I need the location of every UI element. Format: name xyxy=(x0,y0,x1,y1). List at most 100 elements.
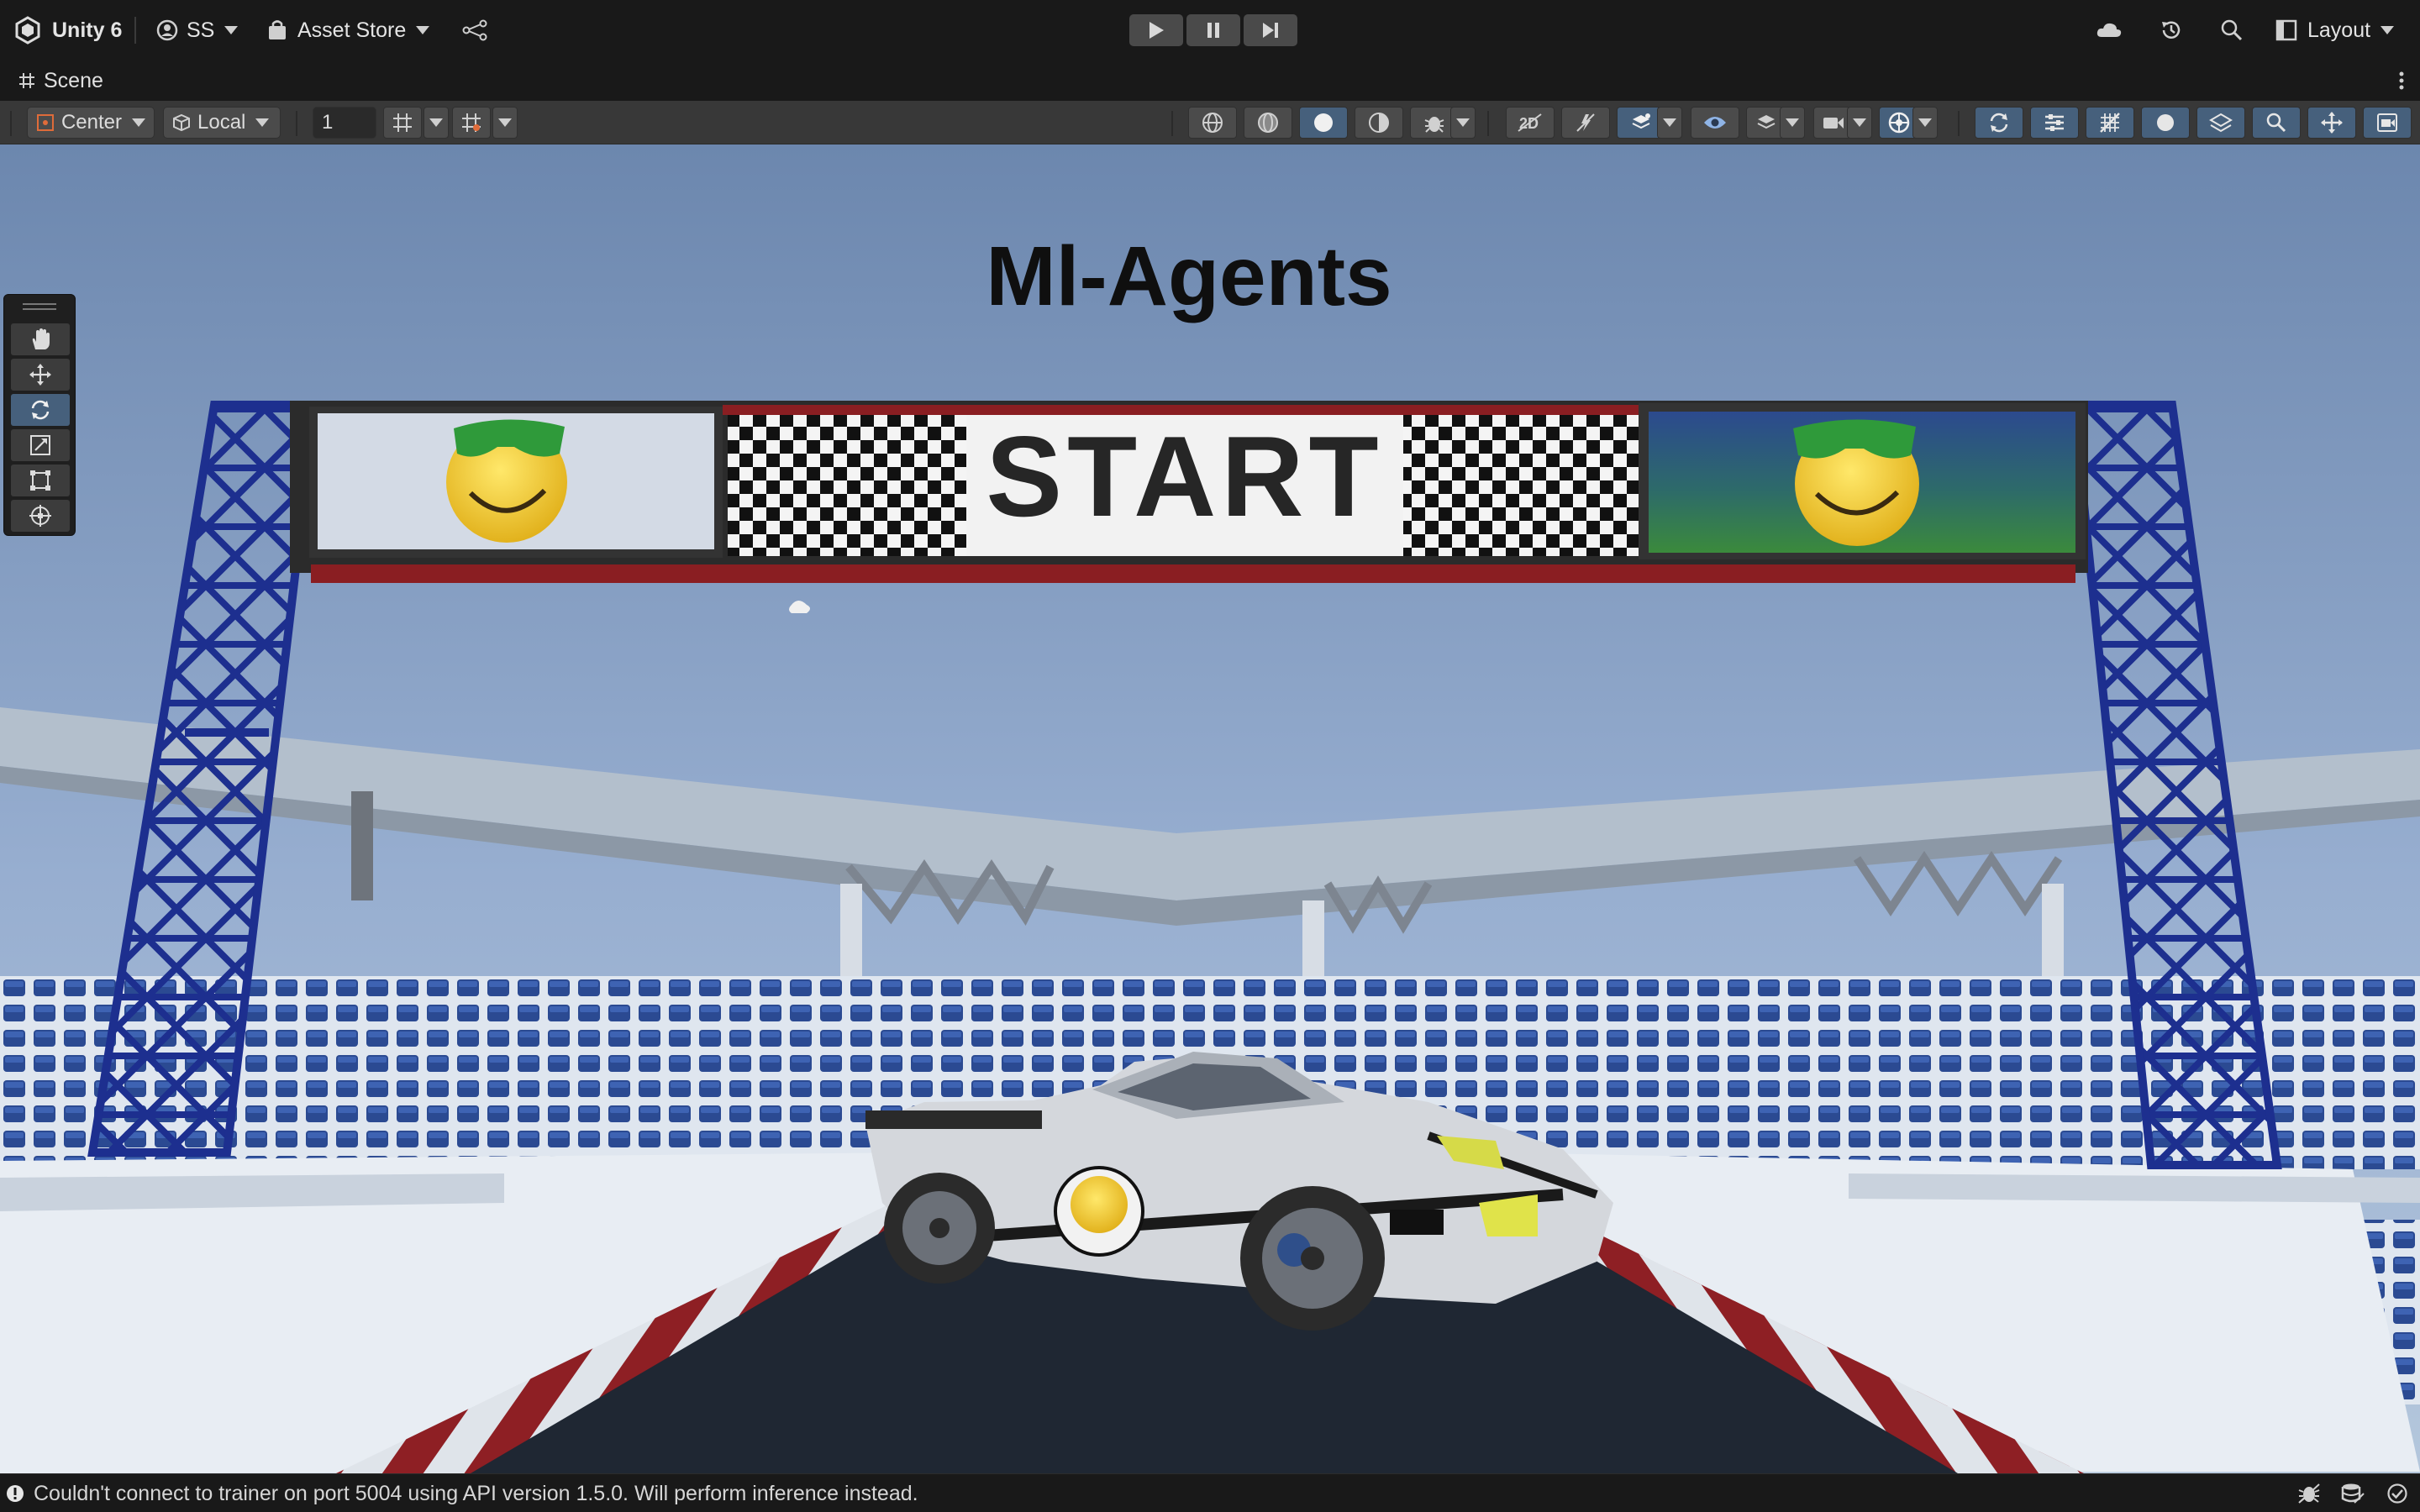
cloud-button[interactable] xyxy=(2096,0,2123,60)
gizmos-dropdown[interactable] xyxy=(1912,107,1938,139)
more-options-button[interactable] xyxy=(2398,71,2405,95)
scale-tool-icon xyxy=(30,435,50,455)
search-icon xyxy=(2266,113,2286,133)
grid-visibility-button[interactable] xyxy=(2086,107,2134,139)
store-bag-icon xyxy=(269,20,286,39)
overlay-rotate-button[interactable] xyxy=(1975,107,2023,139)
chevron-down-icon xyxy=(132,118,145,127)
grid-increment-field[interactable]: 1 xyxy=(313,107,376,139)
chevron-down-icon xyxy=(224,26,239,34)
pivot-rotation-label: Local xyxy=(197,111,246,134)
rotate-tool-button[interactable] xyxy=(11,394,70,426)
search-button[interactable] xyxy=(2220,0,2244,60)
history-icon xyxy=(2162,21,2181,39)
scene-search-button[interactable] xyxy=(2252,107,2301,139)
chevron-down-icon xyxy=(498,118,512,127)
lighting-toggle-button[interactable] xyxy=(1561,107,1610,139)
move-tool-button[interactable] xyxy=(11,359,70,391)
grid-snap-button[interactable] xyxy=(383,107,422,139)
draw-mode-dropdown[interactable] xyxy=(1450,107,1476,139)
wireframe-shading-button[interactable] xyxy=(1188,107,1237,139)
shaded-button[interactable] xyxy=(1299,107,1348,139)
overlay-settings-button[interactable] xyxy=(2030,107,2079,139)
play-icon xyxy=(1150,22,1164,39)
scene-title-text: Ml-Agents xyxy=(986,229,1392,323)
pivot-rotation-dropdown[interactable]: Local xyxy=(163,107,281,139)
scene-tab-bar: Scene xyxy=(0,60,2420,101)
increment-snap-icon xyxy=(462,113,481,132)
move-tool-icon xyxy=(29,364,51,386)
step-button[interactable] xyxy=(1244,14,1297,46)
layers-icon xyxy=(1757,115,1776,129)
navmesh-button[interactable] xyxy=(2196,107,2245,139)
more-vertical-icon xyxy=(2399,71,2404,90)
scene-toolbar: Center Local 1 2D xyxy=(0,101,2420,144)
effects-dropdown[interactable] xyxy=(1657,107,1682,139)
asset-store-dropdown[interactable]: Asset Store xyxy=(267,0,430,60)
camera-preview-button[interactable] xyxy=(2363,107,2412,139)
camera-dropdown[interactable] xyxy=(1847,107,1872,139)
skybox-button[interactable] xyxy=(2141,107,2190,139)
main-toolbar: Unity 6 SS Asset Store Layout xyxy=(0,0,2420,60)
increment-snap-button[interactable] xyxy=(452,107,491,139)
sphere-solid-icon xyxy=(2157,114,2174,131)
hand-tool-button[interactable] xyxy=(11,323,70,355)
grid-snap-dropdown[interactable] xyxy=(424,107,449,139)
gizmos-globe-icon xyxy=(1888,112,1910,134)
smiley-logo-left xyxy=(446,419,567,543)
chevron-down-icon xyxy=(1663,118,1676,127)
shaded-sphere-icon xyxy=(1314,113,1333,132)
version-control-button[interactable] xyxy=(462,0,487,60)
toolbar-divider xyxy=(296,111,297,136)
layers-dropdown[interactable] xyxy=(1780,107,1805,139)
unlit-button[interactable] xyxy=(1355,107,1403,139)
camera-icon xyxy=(1823,118,1844,129)
layout-dropdown[interactable]: Layout xyxy=(2275,0,2395,60)
transform-tool-button[interactable] xyxy=(11,500,70,532)
increment-snap-dropdown[interactable] xyxy=(492,107,518,139)
wireframe-sphere-icon xyxy=(1202,113,1223,133)
overlay-grip[interactable] xyxy=(23,303,56,305)
move-arrows-icon xyxy=(2321,112,2343,134)
history-button[interactable] xyxy=(2160,0,2183,60)
bug-icon xyxy=(1424,117,1444,133)
pause-button[interactable] xyxy=(1186,14,1240,46)
progress-check-icon[interactable] xyxy=(2386,1483,2408,1504)
account-dropdown[interactable]: SS xyxy=(156,0,239,60)
scene-viewport[interactable]: Ml-Agents START xyxy=(0,144,2420,1473)
info-icon xyxy=(7,1485,24,1502)
chevron-down-icon xyxy=(416,26,430,34)
chevron-down-icon xyxy=(1456,118,1470,127)
chevron-down-icon xyxy=(2381,26,2395,34)
scene-visibility-button[interactable] xyxy=(1691,107,1739,139)
rect-tool-button[interactable] xyxy=(11,465,70,496)
scene-grid-icon xyxy=(19,73,34,88)
navmesh-icon xyxy=(2209,113,2233,133)
unity-menu-button[interactable]: Unity 6 xyxy=(13,0,122,60)
start-banner-text: START xyxy=(986,412,1384,540)
layers-effects-icon xyxy=(1632,113,1650,129)
light-off-icon xyxy=(1576,113,1595,132)
pivot-mode-dropdown[interactable]: Center xyxy=(27,107,155,139)
console-status-message[interactable]: Couldn't connect to trainer on port 5004… xyxy=(34,1474,918,1512)
scale-tool-button[interactable] xyxy=(11,429,70,461)
cache-server-icon[interactable] xyxy=(2341,1483,2365,1504)
tab-scene-label: Scene xyxy=(44,68,103,92)
asset-store-label: Asset Store xyxy=(297,18,407,42)
transform-handles-button[interactable] xyxy=(2307,107,2356,139)
transform-tool-icon xyxy=(29,505,51,527)
2d-toggle-button[interactable]: 2D xyxy=(1506,107,1555,139)
debug-bug-icon[interactable] xyxy=(2297,1483,2321,1504)
scene-render xyxy=(0,144,2420,1473)
shaded-wireframe-icon xyxy=(1258,113,1278,133)
chevron-down-icon xyxy=(1786,118,1799,127)
play-button[interactable] xyxy=(1129,14,1183,46)
shaded-wireframe-button[interactable] xyxy=(1244,107,1292,139)
toolbar-divider xyxy=(1958,111,1960,136)
tools-overlay xyxy=(3,294,76,536)
tab-scene[interactable]: Scene xyxy=(18,60,103,101)
sliders-icon xyxy=(2045,114,2064,131)
chevron-down-icon xyxy=(255,118,270,127)
toolbar-grip xyxy=(10,111,12,136)
grid-increment-value: 1 xyxy=(322,111,334,134)
